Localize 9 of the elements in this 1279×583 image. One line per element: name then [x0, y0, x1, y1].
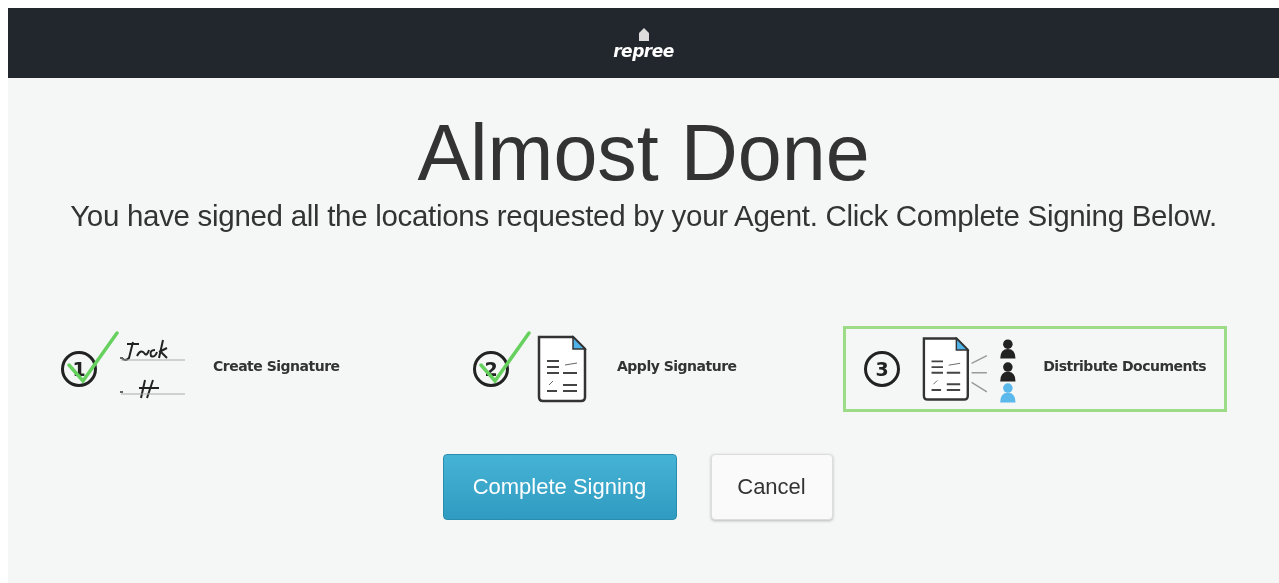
page-title: Almost Done [417, 110, 870, 196]
logo-text: repree [613, 41, 674, 60]
cancel-button[interactable]: Cancel [710, 454, 833, 520]
step-label: Apply Signature [617, 358, 737, 374]
step-number: 3 [864, 351, 900, 387]
instruction-text: You have signed all the locations requested by your Agent. Click Complete Signing Below. [70, 198, 1217, 234]
step-label: Create Signature [213, 358, 340, 374]
house-logo-icon [637, 26, 650, 41]
step-label: Distribute Documents [1043, 358, 1206, 374]
